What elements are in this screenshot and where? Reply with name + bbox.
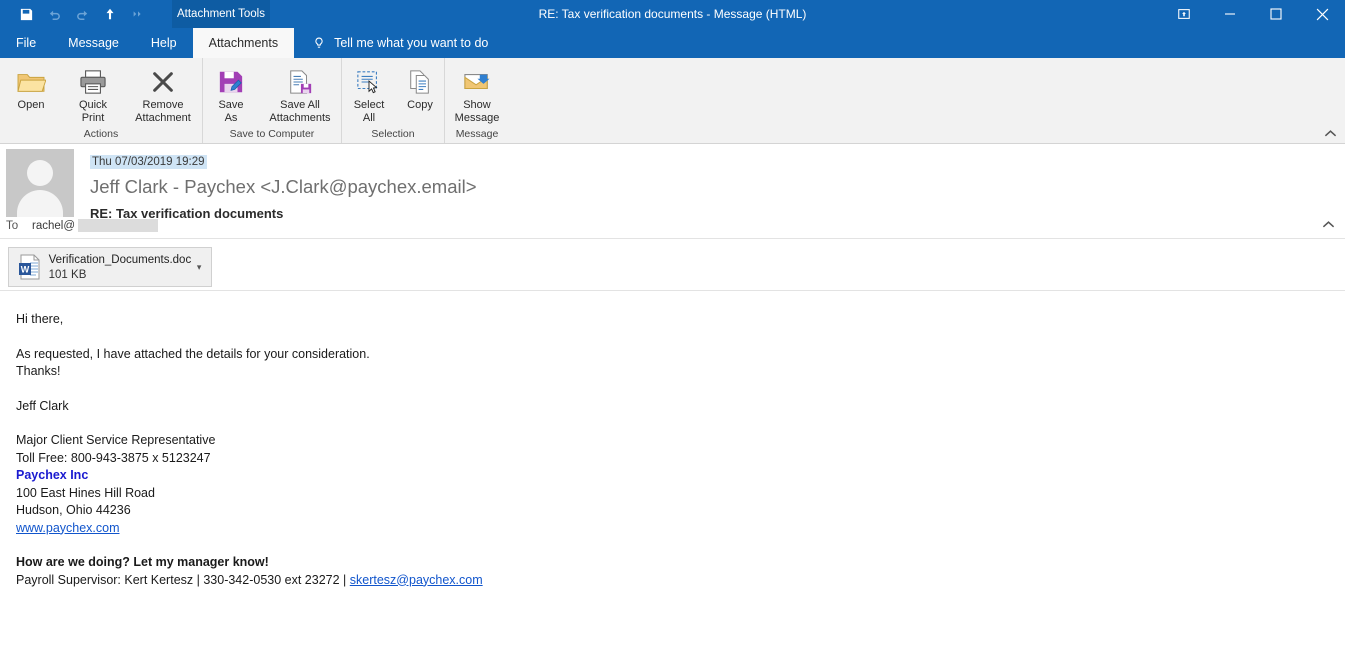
undo-icon[interactable]: [40, 2, 68, 26]
tab-file[interactable]: File: [0, 28, 52, 58]
save-as-button[interactable]: Save As: [203, 62, 259, 125]
ribbon-group-selection: Select All Copy Selection: [341, 58, 444, 143]
show-message-label-line2: Message: [454, 112, 500, 124]
message-subject: RE: Tax verification documents: [90, 206, 284, 221]
avatar-body: [17, 190, 63, 217]
ribbon-tab-bar: File Message Help Attachments Tell me wh…: [0, 28, 1345, 58]
close-icon[interactable]: [1299, 0, 1345, 28]
recipient-row: To rachel@: [6, 219, 158, 232]
open-button[interactable]: Open: [0, 62, 62, 112]
quick-access-toolbar: [0, 0, 152, 28]
ribbon-group-save-to-computer-label: Save to Computer: [229, 128, 315, 140]
copy-label: Copy: [407, 99, 433, 111]
save-as-label-line1: Save: [218, 99, 244, 111]
tell-me-search[interactable]: Tell me what you want to do: [312, 28, 488, 58]
to-value: rachel@: [32, 219, 75, 232]
chevron-double-right-icon[interactable]: [124, 2, 152, 26]
quick-print-button[interactable]: Quick Print: [62, 62, 124, 125]
select-all-button[interactable]: Select All: [342, 62, 396, 125]
ribbon-group-actions-label: Actions: [83, 128, 119, 140]
open-button-label: Open: [17, 99, 45, 111]
body-sign-off: Jeff Clark: [16, 398, 69, 413]
attachment-dropdown-caret[interactable]: ▾: [191, 262, 207, 273]
collapse-header-icon[interactable]: [1322, 220, 1335, 232]
printer-icon: [78, 66, 108, 98]
remove-attachment-label-line2: Attachment: [135, 112, 191, 124]
lightbulb-icon: [312, 36, 326, 51]
signature-title: Major Client Service Representative: [16, 433, 216, 447]
body-line-1: As requested, I have attached the detail…: [16, 346, 370, 361]
contextual-tab-label: Attachment Tools: [172, 0, 270, 28]
title-bar: Attachment Tools RE: Tax verification do…: [0, 0, 1345, 28]
show-message-button[interactable]: Show Message: [445, 62, 509, 125]
window-controls: [1161, 0, 1345, 28]
save-all-attachments-label-line1: Save All: [280, 99, 320, 111]
select-all-label-line1: Select: [353, 99, 385, 111]
save-all-attachments-icon: [285, 66, 315, 98]
signature-address-1: 100 East Hines Hill Road: [16, 485, 155, 500]
save-as-label-line2: As: [224, 112, 238, 124]
supervisor-line: Payroll Supervisor: Kert Kertesz | 330-3…: [16, 572, 1345, 590]
select-all-label-line2: All: [362, 112, 376, 124]
message-date: Thu 07/03/2019 19:29: [90, 155, 207, 169]
attachment-file-name: Verification_Documents.doc: [48, 254, 192, 266]
ribbon-group-message-label: Message: [455, 128, 499, 140]
signature-phone: Toll Free: 800-943-3875 x 5123247: [16, 450, 211, 465]
maximize-icon[interactable]: [1253, 0, 1299, 28]
ribbon-group-selection-label: Selection: [371, 128, 415, 140]
tell-me-label: Tell me what you want to do: [334, 36, 489, 50]
message-header-text: Thu 07/03/2019 19:29 Jeff Clark - Payche…: [90, 152, 1345, 221]
quick-print-label-line1: Quick: [78, 99, 108, 111]
quick-print-label-line2: Print: [81, 112, 105, 124]
copy-icon: [406, 66, 434, 98]
attachment-chip[interactable]: W Verification_Documents.doc 101 KB ▾: [8, 247, 212, 287]
signature-address-2: Hudson, Ohio 44236: [16, 503, 131, 517]
save-all-attachments-button[interactable]: Save All Attachments: [259, 62, 341, 125]
up-arrow-icon[interactable]: [96, 2, 124, 26]
tab-attachments[interactable]: Attachments: [192, 28, 295, 58]
ribbon-group-message: Show Message Message: [444, 58, 509, 143]
avatar-head: [27, 160, 53, 186]
supervisor-email-link[interactable]: skertesz@paychex.com: [350, 573, 483, 587]
supervisor-text: Payroll Supervisor: Kert Kertesz | 330-3…: [16, 572, 350, 587]
sender-name: Jeff Clark - Paychex <J.Clark@paychex.em…: [90, 176, 477, 197]
save-icon[interactable]: [12, 2, 40, 26]
ribbon: Open Quick Print Remove Attachment Actio…: [0, 58, 1345, 144]
save-as-icon: [217, 66, 245, 98]
ribbon-display-options-icon[interactable]: [1161, 0, 1207, 28]
collapse-ribbon-icon[interactable]: [1324, 129, 1337, 141]
show-message-icon: [462, 66, 492, 98]
minimize-icon[interactable]: [1207, 0, 1253, 28]
to-label: To: [6, 219, 19, 232]
tab-help[interactable]: Help: [135, 28, 193, 58]
message-header: Thu 07/03/2019 19:29 Jeff Clark - Payche…: [0, 144, 1345, 239]
svg-text:W: W: [21, 264, 30, 274]
attachment-file-size: 101 KB: [48, 269, 87, 281]
remove-attachment-label-line1: Remove: [142, 99, 184, 111]
body-line-2: Thanks!: [16, 364, 61, 378]
show-message-label-line1: Show: [463, 99, 491, 111]
avatar: [6, 149, 74, 217]
copy-button[interactable]: Copy: [396, 62, 444, 112]
body-greeting: Hi there,: [16, 312, 64, 326]
redo-icon[interactable]: [68, 2, 96, 26]
ribbon-group-actions: Open Quick Print Remove Attachment Actio…: [0, 58, 202, 143]
signature-website-link[interactable]: www.paychex.com: [16, 521, 120, 535]
word-document-icon: W: [15, 254, 45, 280]
tab-message[interactable]: Message: [52, 28, 135, 58]
signature-company: Paychex Inc: [16, 468, 89, 482]
select-all-icon: [355, 66, 383, 98]
feedback-heading: How are we doing? Let my manager know!: [16, 555, 269, 569]
open-folder-icon: [16, 66, 46, 98]
redacted-recipient: [78, 219, 158, 232]
ribbon-group-save-to-computer: Save As Save All Attachments Save to Com…: [202, 58, 341, 143]
save-all-attachments-label-line2: Attachments: [269, 112, 331, 124]
attachment-bar: W Verification_Documents.doc 101 KB ▾: [0, 239, 1345, 291]
remove-attachment-button[interactable]: Remove Attachment: [124, 62, 202, 125]
remove-x-icon: [149, 66, 177, 98]
message-body: Hi there, As requested, I have attached …: [0, 291, 1345, 589]
